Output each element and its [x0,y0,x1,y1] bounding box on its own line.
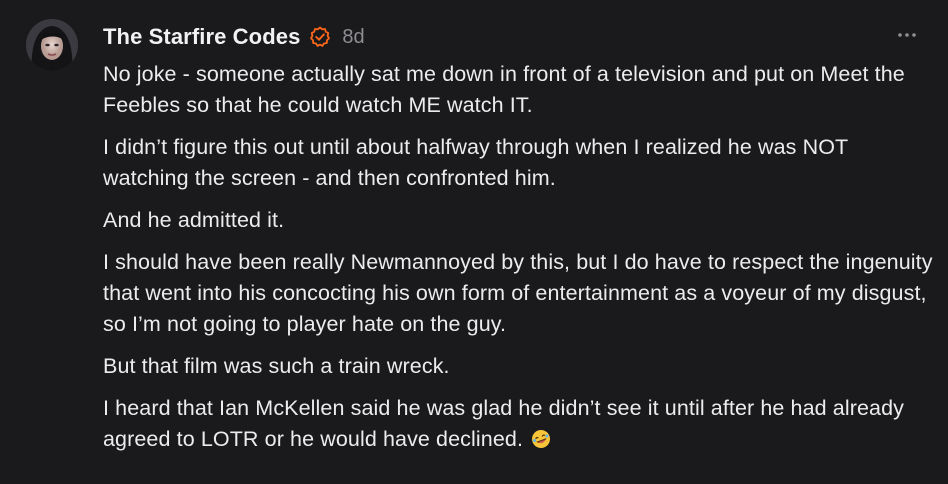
comment-paragraph: I didn’t figure this out until about hal… [103,135,848,190]
check-badge-icon [309,26,331,48]
comment-header: The Starfire Codes 8d [103,22,365,52]
rolling-on-floor-laughing-emoji [531,427,551,448]
comment-age: 8d [342,25,365,48]
comment-paragraph: I should have been really Newmannoyed by… [103,250,933,336]
avatar-image [26,19,78,71]
comment-body: No joke - someone actually sat me down i… [103,59,933,466]
comment-paragraph-text: I heard that Ian McKellen said he was gl… [103,396,905,451]
author-name[interactable]: The Starfire Codes [103,24,300,50]
avatar[interactable] [26,19,78,71]
ellipsis-icon[interactable] [896,26,918,44]
comment-paragraph: And he admitted it. [103,208,285,232]
comment-paragraph: No joke - someone actually sat me down i… [103,62,905,117]
comment-paragraph: But that film was such a train wreck. [103,354,450,378]
comment-paragraph-last: I heard that Ian McKellen said he was gl… [103,393,933,455]
comment: The Starfire Codes 8d No joke - someone … [0,0,948,484]
